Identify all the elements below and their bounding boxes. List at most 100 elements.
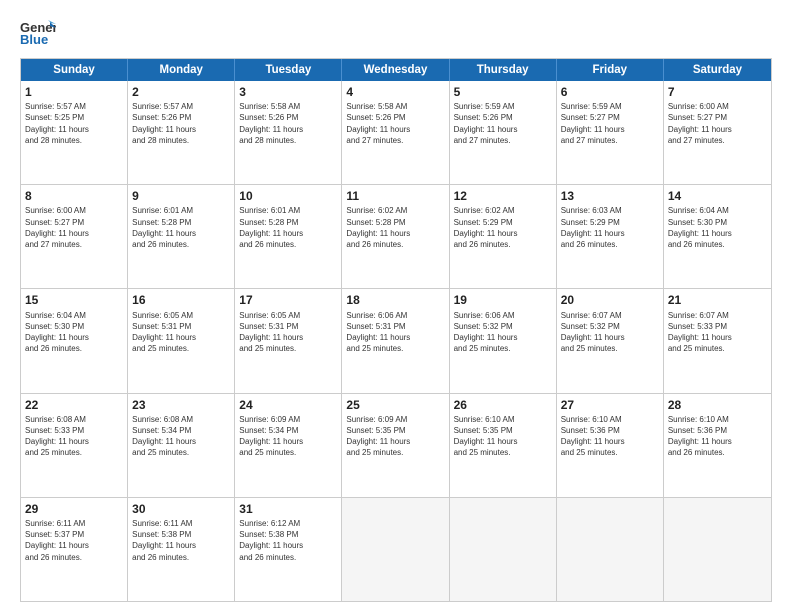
day-number: 25 [346, 397, 444, 413]
calendar-cell: 16Sunrise: 6:05 AM Sunset: 5:31 PM Dayli… [128, 289, 235, 392]
day-info: Sunrise: 6:12 AM Sunset: 5:38 PM Dayligh… [239, 518, 337, 563]
day-info: Sunrise: 6:08 AM Sunset: 5:33 PM Dayligh… [25, 414, 123, 459]
calendar-row: 15 Sunrise: 6:04 AM Sunset: 5:30 PM Dayli… [21, 288, 771, 392]
day-info: Sunrise: 6:11 AM Sunset: 5:38 PM Dayligh… [132, 518, 230, 563]
calendar-cell: 21Sunrise: 6:07 AM Sunset: 5:33 PM Dayli… [664, 289, 771, 392]
header: General Blue [20, 18, 772, 48]
day-number: 21 [668, 292, 767, 308]
calendar-cell: 15 Sunrise: 6:04 AM Sunset: 5:30 PM Dayli… [21, 289, 128, 392]
day-number: 6 [561, 84, 659, 100]
day-info: Sunrise: 6:02 AM Sunset: 5:28 PM Dayligh… [346, 205, 444, 250]
calendar-row: 22Sunrise: 6:08 AM Sunset: 5:33 PM Dayli… [21, 393, 771, 497]
day-number: 4 [346, 84, 444, 100]
day-number: 17 [239, 292, 337, 308]
svg-text:Blue: Blue [20, 32, 48, 47]
day-number: 26 [454, 397, 552, 413]
day-number: 31 [239, 501, 337, 517]
calendar-cell [450, 498, 557, 601]
calendar: Sunday Monday Tuesday Wednesday Thursday… [20, 58, 772, 602]
day-number: 12 [454, 188, 552, 204]
calendar-row: 29Sunrise: 6:11 AM Sunset: 5:37 PM Dayli… [21, 497, 771, 601]
calendar-cell: 4Sunrise: 5:58 AM Sunset: 5:26 PM Daylig… [342, 81, 449, 184]
calendar-cell: 22Sunrise: 6:08 AM Sunset: 5:33 PM Dayli… [21, 394, 128, 497]
day-info: Sunrise: 5:59 AM Sunset: 5:27 PM Dayligh… [561, 101, 659, 146]
header-thursday: Thursday [450, 59, 557, 81]
day-number: 22 [25, 397, 123, 413]
header-wednesday: Wednesday [342, 59, 449, 81]
day-info: Sunrise: 6:09 AM Sunset: 5:35 PM Dayligh… [346, 414, 444, 459]
day-number: 11 [346, 188, 444, 204]
day-number: 13 [561, 188, 659, 204]
calendar-cell: 1Sunrise: 5:57 AM Sunset: 5:25 PM Daylig… [21, 81, 128, 184]
day-info: Sunrise: 6:09 AM Sunset: 5:34 PM Dayligh… [239, 414, 337, 459]
header-tuesday: Tuesday [235, 59, 342, 81]
calendar-row: 8Sunrise: 6:00 AM Sunset: 5:27 PM Daylig… [21, 184, 771, 288]
calendar-cell: 13Sunrise: 6:03 AM Sunset: 5:29 PM Dayli… [557, 185, 664, 288]
logo: General Blue [20, 18, 56, 48]
day-number: 15 [25, 292, 123, 308]
calendar-row: 1Sunrise: 5:57 AM Sunset: 5:25 PM Daylig… [21, 81, 771, 184]
day-info: Sunrise: 5:58 AM Sunset: 5:26 PM Dayligh… [346, 101, 444, 146]
calendar-cell: 3Sunrise: 5:58 AM Sunset: 5:26 PM Daylig… [235, 81, 342, 184]
day-info: Sunrise: 6:00 AM Sunset: 5:27 PM Dayligh… [25, 205, 123, 250]
calendar-cell: 25Sunrise: 6:09 AM Sunset: 5:35 PM Dayli… [342, 394, 449, 497]
calendar-cell: 19 Sunrise: 6:06 AM Sunset: 5:32 PM Dayli… [450, 289, 557, 392]
calendar-cell: 2Sunrise: 5:57 AM Sunset: 5:26 PM Daylig… [128, 81, 235, 184]
header-friday: Friday [557, 59, 664, 81]
day-number: 29 [25, 501, 123, 517]
day-info: Sunrise: 6:01 AM Sunset: 5:28 PM Dayligh… [239, 205, 337, 250]
calendar-cell: 26Sunrise: 6:10 AM Sunset: 5:35 PM Dayli… [450, 394, 557, 497]
header-monday: Monday [128, 59, 235, 81]
day-number: 30 [132, 501, 230, 517]
calendar-cell: 14Sunrise: 6:04 AM Sunset: 5:30 PM Dayli… [664, 185, 771, 288]
day-info: Sunrise: 6:00 AM Sunset: 5:27 PM Dayligh… [668, 101, 767, 146]
day-info: Sunrise: 6:02 AM Sunset: 5:29 PM Dayligh… [454, 205, 552, 250]
calendar-cell: 8Sunrise: 6:00 AM Sunset: 5:27 PM Daylig… [21, 185, 128, 288]
logo-icon: General Blue [20, 18, 56, 48]
calendar-cell: 6Sunrise: 5:59 AM Sunset: 5:27 PM Daylig… [557, 81, 664, 184]
day-number: 19 [454, 292, 552, 308]
day-number: 27 [561, 397, 659, 413]
calendar-cell: 30Sunrise: 6:11 AM Sunset: 5:38 PM Dayli… [128, 498, 235, 601]
day-number: 8 [25, 188, 123, 204]
day-info: Sunrise: 6:11 AM Sunset: 5:37 PM Dayligh… [25, 518, 123, 563]
day-info: Sunrise: 5:57 AM Sunset: 5:26 PM Dayligh… [132, 101, 230, 146]
day-number: 28 [668, 397, 767, 413]
calendar-cell: 7Sunrise: 6:00 AM Sunset: 5:27 PM Daylig… [664, 81, 771, 184]
calendar-cell: 5Sunrise: 5:59 AM Sunset: 5:26 PM Daylig… [450, 81, 557, 184]
header-saturday: Saturday [664, 59, 771, 81]
calendar-cell [664, 498, 771, 601]
day-info: Sunrise: 6:08 AM Sunset: 5:34 PM Dayligh… [132, 414, 230, 459]
day-info: Sunrise: 6:01 AM Sunset: 5:28 PM Dayligh… [132, 205, 230, 250]
day-info: Sunrise: 6:10 AM Sunset: 5:36 PM Dayligh… [561, 414, 659, 459]
day-number: 10 [239, 188, 337, 204]
calendar-cell: 17 Sunrise: 6:05 AM Sunset: 5:31 PM Dayli… [235, 289, 342, 392]
day-info: Sunrise: 6:10 AM Sunset: 5:36 PM Dayligh… [668, 414, 767, 459]
day-info: Sunrise: 6:03 AM Sunset: 5:29 PM Dayligh… [561, 205, 659, 250]
day-info: Sunrise: 6:05 AM Sunset: 5:31 PM Dayligh… [132, 310, 230, 355]
day-number: 9 [132, 188, 230, 204]
calendar-body: 1Sunrise: 5:57 AM Sunset: 5:25 PM Daylig… [21, 81, 771, 601]
day-info: Sunrise: 6:06 AM Sunset: 5:32 PM Dayligh… [454, 310, 552, 355]
day-info: Sunrise: 6:04 AM Sunset: 5:30 PM Dayligh… [668, 205, 767, 250]
calendar-cell: 23Sunrise: 6:08 AM Sunset: 5:34 PM Dayli… [128, 394, 235, 497]
day-info: Sunrise: 6:04 AM Sunset: 5:30 PM Dayligh… [25, 310, 123, 355]
day-number: 24 [239, 397, 337, 413]
calendar-cell [557, 498, 664, 601]
calendar-header: Sunday Monday Tuesday Wednesday Thursday… [21, 59, 771, 81]
day-number: 23 [132, 397, 230, 413]
calendar-cell: 12Sunrise: 6:02 AM Sunset: 5:29 PM Dayli… [450, 185, 557, 288]
calendar-cell: 20Sunrise: 6:07 AM Sunset: 5:32 PM Dayli… [557, 289, 664, 392]
day-number: 20 [561, 292, 659, 308]
day-info: Sunrise: 5:58 AM Sunset: 5:26 PM Dayligh… [239, 101, 337, 146]
calendar-cell: 24Sunrise: 6:09 AM Sunset: 5:34 PM Dayli… [235, 394, 342, 497]
header-sunday: Sunday [21, 59, 128, 81]
day-info: Sunrise: 5:57 AM Sunset: 5:25 PM Dayligh… [25, 101, 123, 146]
day-number: 5 [454, 84, 552, 100]
page: General Blue Sunday Monday Tuesday Wedne… [0, 0, 792, 612]
day-info: Sunrise: 6:05 AM Sunset: 5:31 PM Dayligh… [239, 310, 337, 355]
day-number: 3 [239, 84, 337, 100]
day-info: Sunrise: 5:59 AM Sunset: 5:26 PM Dayligh… [454, 101, 552, 146]
calendar-cell: 27Sunrise: 6:10 AM Sunset: 5:36 PM Dayli… [557, 394, 664, 497]
calendar-cell: 10Sunrise: 6:01 AM Sunset: 5:28 PM Dayli… [235, 185, 342, 288]
